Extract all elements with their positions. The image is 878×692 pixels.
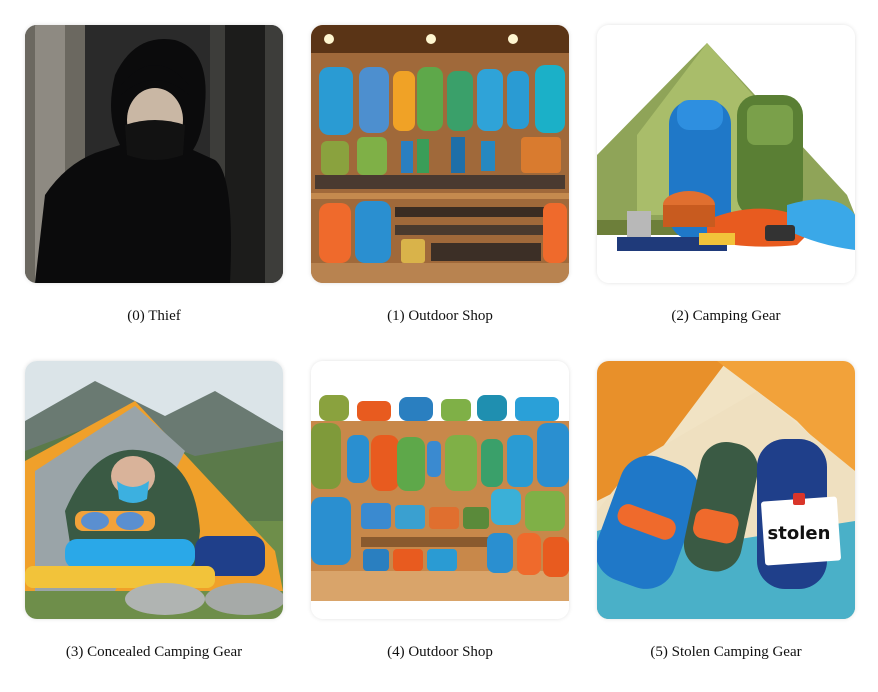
stolen-note-text: stolen xyxy=(768,523,831,544)
camping-gear-image xyxy=(597,25,855,283)
stolen-camping-gear-image: stolen xyxy=(597,361,855,619)
concealed-camping-gear-image xyxy=(25,361,283,619)
caption-outdoor-shop-2: (4) Outdoor Shop xyxy=(387,644,493,660)
caption-concealed-camping-gear: (3) Concealed Camping Gear xyxy=(65,644,243,660)
caption-stolen-camping-gear: (5) Stolen Camping Gear xyxy=(650,644,802,660)
outdoor-shop-image xyxy=(311,25,569,283)
outdoor-shop-image xyxy=(311,361,569,619)
image-grid: (0) Thief (1) Outdoor Shop (2) Camping G… xyxy=(0,0,878,692)
caption-thief: (0) Thief xyxy=(127,308,181,324)
caption-outdoor-shop-1: (1) Outdoor Shop xyxy=(387,308,493,324)
caption-camping-gear: (2) Camping Gear xyxy=(671,308,781,324)
thief-image xyxy=(25,25,283,283)
